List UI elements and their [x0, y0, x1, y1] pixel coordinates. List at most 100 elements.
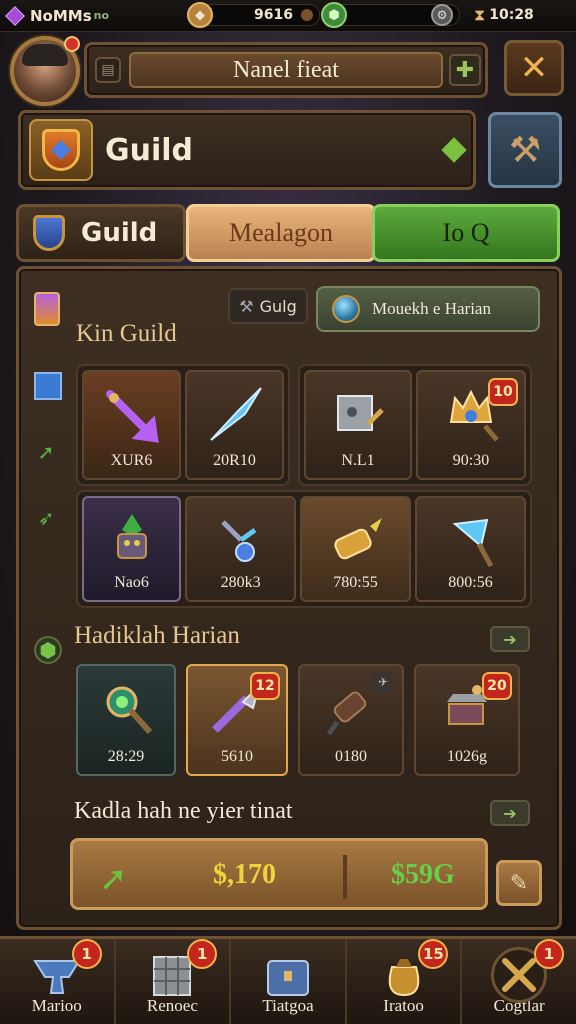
blue-chest-icon — [260, 947, 316, 1003]
pin-icon[interactable]: ✈ — [372, 672, 394, 692]
tab-guild-label: Guild — [81, 218, 158, 248]
item-label: 280k3 — [220, 574, 261, 591]
item-row: Nao6 280k3 780:55 800:56 — [76, 490, 532, 608]
blue-orb-icon — [332, 295, 360, 323]
divider — [343, 855, 347, 899]
plus-icon[interactable]: ✚ — [449, 54, 481, 86]
hourglass-icon: ⧗ — [474, 5, 486, 24]
item-card-selected[interactable]: Nao6 — [82, 496, 182, 602]
tab-guild[interactable]: Guild — [16, 204, 186, 262]
steel-box-icon — [328, 384, 388, 444]
cannon-shell-icon — [326, 510, 386, 570]
blue-gem-icon[interactable] — [34, 372, 62, 400]
item-label: 20R10 — [213, 452, 256, 469]
item-label: 0180 — [335, 748, 367, 765]
coin-icon: ◆ — [187, 2, 213, 28]
green-hex-icon[interactable]: ⬢ — [34, 636, 62, 664]
arrow-right-icon: ➔ — [503, 629, 517, 649]
section-bonus-title: Kadla hah ne yier tinat — [74, 798, 293, 824]
green-value: $59G — [391, 859, 455, 890]
item-label: 780:55 — [333, 574, 378, 591]
nav-item-iratoo[interactable]: 15 Iratoo — [347, 939, 463, 1024]
section-bonus-more-button[interactable]: ➔ — [490, 800, 530, 826]
guild-title: Guild — [105, 133, 194, 168]
item-label: 28:29 — [107, 748, 145, 765]
nav-item-renoec[interactable]: 1 Renoec — [116, 939, 232, 1024]
section-daily-more-button[interactable]: ➔ — [490, 626, 530, 652]
green-diamond-icon — [441, 137, 467, 163]
green-bow-icon[interactable]: ➶ — [32, 504, 60, 532]
item-badge: 12 — [250, 672, 280, 700]
nav-item-cogtlar[interactable]: 1 Cogtlar — [462, 939, 576, 1024]
hammer-icon: ⚒ — [508, 129, 542, 171]
emerald-icon: ⬢ — [321, 2, 347, 28]
shield-icon — [42, 129, 80, 171]
item-card[interactable]: 280k3 — [185, 496, 297, 602]
crystal-amulet-icon — [211, 510, 271, 570]
nav-item-marioo[interactable]: 1 Marioo — [0, 939, 116, 1024]
close-button[interactable]: ✕ — [504, 40, 564, 96]
player-name[interactable]: Nanel fieat — [129, 52, 443, 88]
gem-icon — [5, 5, 25, 26]
item-card[interactable]: 10 90:30 — [416, 370, 526, 480]
guild-emblem — [29, 119, 93, 181]
item-card[interactable]: 780:55 — [300, 496, 412, 602]
currency-bar[interactable]: ➚ $,170 $59G — [70, 838, 488, 910]
notification-dot — [64, 36, 80, 52]
settings-gear-icon[interactable]: ⚙ — [431, 4, 453, 26]
gem-resource[interactable]: ⬢ ⚙ — [321, 2, 460, 28]
guild-tab-shield-icon — [33, 215, 65, 251]
app-name: NoMMs — [30, 6, 92, 25]
goblin-knight-icon — [102, 510, 162, 570]
item-card[interactable]: 28:29 — [76, 664, 176, 776]
green-arrow-up-icon: ➚ — [99, 859, 128, 899]
coin-resource[interactable]: ◆ 9616 — [187, 2, 320, 28]
coin-small-icon — [301, 9, 313, 21]
tab-io-label: Io Q — [442, 218, 490, 247]
item-card[interactable]: 20 1026g — [414, 664, 520, 776]
wrench-icon: ⚒ — [239, 296, 254, 316]
item-card[interactable]: XUR6 — [82, 370, 181, 480]
name-bar: ▤ Nanel fieat ✚ — [84, 42, 488, 98]
item-label: 1026g — [447, 748, 487, 765]
nav-item-tiatgoa[interactable]: Tiatgoa — [231, 939, 347, 1024]
emerald-mace-icon — [96, 678, 156, 738]
tab-io-q[interactable]: Io Q — [372, 204, 560, 262]
section-kin-guild-title: Kin Guild — [76, 320, 177, 347]
filter-guild-label: Gulg — [259, 296, 297, 316]
blue-axe-icon — [441, 510, 501, 570]
profile-card-icon[interactable]: ▤ — [95, 57, 121, 83]
bottom-nav: 1 Marioo 1 Renoec Tiatgoa 15 Iratoo 1 Co… — [0, 936, 576, 1024]
purple-arrow-icon — [102, 384, 162, 444]
green-arrow-icon[interactable]: ➚ — [32, 438, 60, 466]
item-card[interactable]: ✈ 0180 — [298, 664, 404, 776]
blue-crystal-spear-icon — [205, 384, 265, 444]
item-label: N.L1 — [341, 452, 375, 469]
tab-mealagon[interactable]: Mealagon — [186, 204, 376, 262]
edit-button[interactable]: ✎ — [496, 860, 542, 906]
item-card[interactable]: 12 5610 — [186, 664, 288, 776]
daily-quest-button[interactable]: Mouekh e Harian — [316, 286, 540, 332]
filter-guild-button[interactable]: ⚒ Gulg — [228, 288, 308, 324]
avatar-hair — [22, 44, 68, 66]
daily-quest-label: Mouekh e Harian — [372, 299, 491, 318]
item-label: XUR6 — [110, 452, 153, 469]
purple-crystal-icon[interactable] — [34, 292, 60, 326]
app-suffix: no — [93, 9, 110, 22]
item-label: Nao6 — [114, 574, 149, 591]
item-card[interactable]: 800:56 — [415, 496, 526, 602]
item-group-right: N.L1 10 90:30 — [298, 364, 532, 486]
time-text: 10:28 — [489, 7, 534, 23]
item-label: 90:30 — [452, 452, 490, 469]
item-badge: 20 — [482, 672, 512, 700]
guild-tools-button[interactable]: ⚒ — [488, 112, 562, 188]
item-label: 5610 — [221, 748, 253, 765]
item-card[interactable]: N.L1 — [304, 370, 413, 480]
arrow-right-icon: ➔ — [503, 803, 517, 823]
guild-header: Guild — [18, 110, 476, 190]
close-icon: ✕ — [519, 48, 549, 88]
clock-area: ⧗ 10:28 — [474, 5, 534, 25]
item-card[interactable]: 20R10 — [185, 370, 284, 480]
pencil-icon: ✎ — [509, 870, 529, 896]
nav-badge: 15 — [418, 939, 449, 969]
